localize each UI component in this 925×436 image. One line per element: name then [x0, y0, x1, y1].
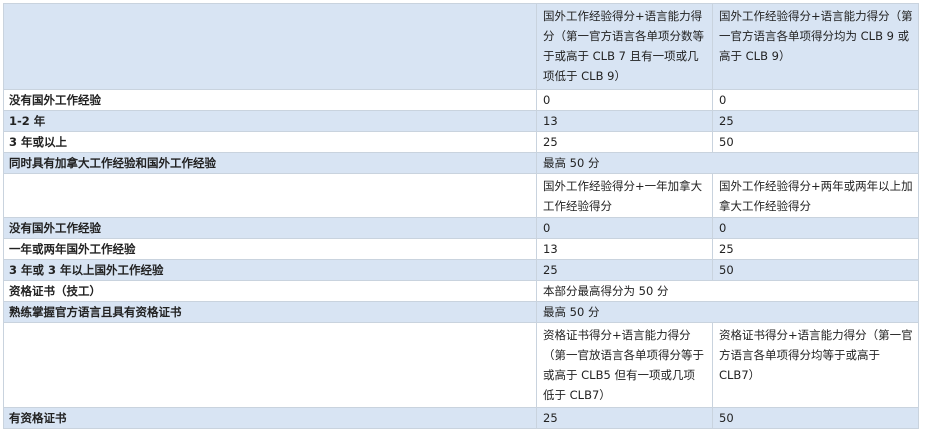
- row-label: [3, 322, 537, 408]
- row-label: 一年或两年国外工作经验: [3, 238, 537, 260]
- row-label: 资格证书（技工）: [3, 280, 537, 302]
- table-row: 3 年或 3 年以上国外工作经验 25 50: [3, 259, 919, 281]
- column-header-cell: 资格证书得分+语言能力得分（第一官方语言各单项得分均等于或高于 CLB7）: [712, 322, 919, 408]
- row-label: [3, 173, 537, 218]
- table-row: 资格证书（技工） 本部分最高得分为 50 分: [3, 280, 919, 302]
- table-cell: 50: [712, 407, 919, 429]
- table-row: 资格证书得分+语言能力得分（第一官放语言各单项得分等于或高于 CLB5 但有一项…: [3, 322, 919, 408]
- column-header-cell: 资格证书得分+语言能力得分（第一官放语言各单项得分等于或高于 CLB5 但有一项…: [536, 322, 713, 408]
- table-row: 没有国外工作经验 0 0: [3, 89, 919, 111]
- table-cell: 13: [536, 238, 713, 260]
- row-label: 3 年或 3 年以上国外工作经验: [3, 259, 537, 281]
- row-label: 熟练掌握官方语言且具有资格证书: [3, 301, 537, 323]
- table-cell: 0: [536, 89, 713, 111]
- row-label: [3, 3, 537, 90]
- merged-cell: 最高 50 分: [536, 152, 919, 174]
- table-row: 一年或两年国外工作经验 13 25: [3, 238, 919, 260]
- table-row: 国外工作经验得分+一年加拿大工作经验得分 国外工作经验得分+两年或两年以上加拿大…: [3, 173, 919, 218]
- column-header-cell: 国外工作经验得分+语言能力得分（第一官方语言各单项分数等于或高于 CLB 7 且…: [536, 3, 713, 90]
- table-row: 有资格证书 25 50: [3, 407, 919, 429]
- table-cell: 25: [712, 110, 919, 132]
- table-row: 国外工作经验得分+语言能力得分（第一官方语言各单项分数等于或高于 CLB 7 且…: [3, 3, 919, 90]
- table-cell: 0: [536, 217, 713, 239]
- row-label: 没有国外工作经验: [3, 89, 537, 111]
- table-cell: 25: [536, 407, 713, 429]
- table-cell: 25: [536, 259, 713, 281]
- column-header-cell: 国外工作经验得分+两年或两年以上加拿大工作经验得分: [712, 173, 919, 218]
- row-label: 同时具有加拿大工作经验和国外工作经验: [3, 152, 537, 174]
- column-header-cell: 国外工作经验得分+语言能力得分（第一官方语言各单项得分均为 CLB 9 或高于 …: [712, 3, 919, 90]
- row-label: 有资格证书: [3, 407, 537, 429]
- column-header-cell: 国外工作经验得分+一年加拿大工作经验得分: [536, 173, 713, 218]
- table-cell: 50: [712, 259, 919, 281]
- table-row: 熟练掌握官方语言且具有资格证书 最高 50 分: [3, 301, 919, 323]
- table-cell: 0: [712, 217, 919, 239]
- table-row: 1-2 年 13 25: [3, 110, 919, 132]
- merged-cell: 本部分最高得分为 50 分: [536, 280, 919, 302]
- points-table: 国外工作经验得分+语言能力得分（第一官方语言各单项分数等于或高于 CLB 7 且…: [3, 3, 919, 429]
- table-cell: 13: [536, 110, 713, 132]
- table-row: 没有国外工作经验 0 0: [3, 217, 919, 239]
- table-row: 3 年或以上 25 50: [3, 131, 919, 153]
- row-label: 没有国外工作经验: [3, 217, 537, 239]
- table-cell: 25: [536, 131, 713, 153]
- row-label: 1-2 年: [3, 110, 537, 132]
- row-label: 3 年或以上: [3, 131, 537, 153]
- table-cell: 0: [712, 89, 919, 111]
- table-cell: 25: [712, 238, 919, 260]
- table-row: 同时具有加拿大工作经验和国外工作经验 最高 50 分: [3, 152, 919, 174]
- merged-cell: 最高 50 分: [536, 301, 919, 323]
- table-cell: 50: [712, 131, 919, 153]
